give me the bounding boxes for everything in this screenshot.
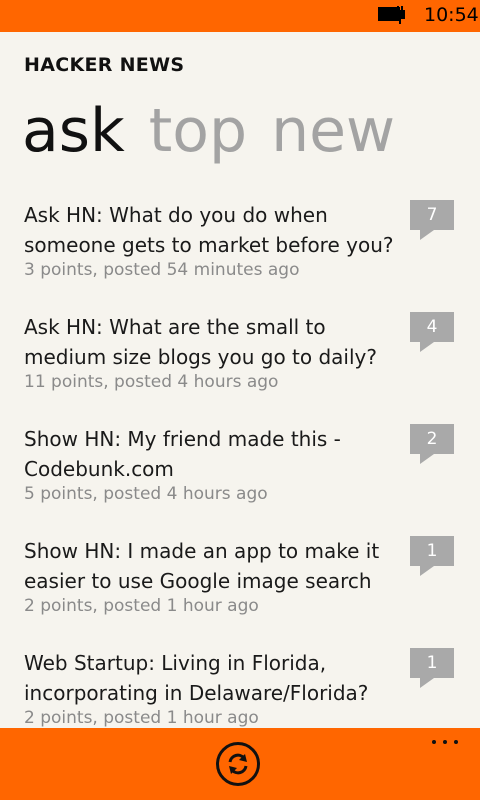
- comment-count-badge[interactable]: 4: [410, 312, 454, 352]
- tab-ask[interactable]: ask: [22, 96, 125, 166]
- tab-new[interactable]: new: [271, 96, 395, 166]
- list-item[interactable]: Ask HN: What do you do when someone gets…: [24, 196, 464, 308]
- more-dot: [443, 740, 447, 744]
- post-title[interactable]: Web Startup: Living in Florida, incorpor…: [24, 648, 394, 708]
- tab-top[interactable]: top: [149, 96, 247, 166]
- post-title[interactable]: Show HN: My friend made this - Codebunk.…: [24, 424, 394, 484]
- post-title[interactable]: Ask HN: What do you do when someone gets…: [24, 200, 394, 260]
- list-item[interactable]: Web Startup: Living in Florida, incorpor…: [24, 644, 464, 728]
- post-meta: 2 points, posted 1 hour ago: [24, 708, 259, 728]
- pivot-header: ask top new: [22, 96, 419, 166]
- comment-count-badge[interactable]: 1: [410, 536, 454, 576]
- more-dot: [454, 740, 458, 744]
- comment-count-badge[interactable]: 2: [410, 424, 454, 464]
- list-item[interactable]: Show HN: My friend made this - Codebunk.…: [24, 420, 464, 532]
- post-meta: 3 points, posted 54 minutes ago: [24, 260, 300, 280]
- more-dot: [432, 740, 436, 744]
- charging-plug-icon: [395, 6, 405, 24]
- post-meta: 11 points, posted 4 hours ago: [24, 372, 279, 392]
- post-title[interactable]: Ask HN: What are the small to medium siz…: [24, 312, 394, 372]
- refresh-button[interactable]: [216, 742, 260, 786]
- post-meta: 5 points, posted 4 hours ago: [24, 484, 268, 504]
- post-list[interactable]: Ask HN: What do you do when someone gets…: [24, 196, 464, 728]
- refresh-icon: [228, 753, 248, 775]
- list-item[interactable]: Ask HN: What are the small to medium siz…: [24, 308, 464, 420]
- status-time: 10:54: [424, 4, 479, 26]
- app-title: HACKER NEWS: [24, 54, 185, 76]
- post-meta: 2 points, posted 1 hour ago: [24, 596, 259, 616]
- status-bar: 10:54: [0, 0, 480, 32]
- list-item[interactable]: Show HN: I made an app to make it easier…: [24, 532, 464, 644]
- application-bar: [0, 728, 480, 800]
- comment-count-badge[interactable]: 7: [410, 200, 454, 240]
- post-title[interactable]: Show HN: I made an app to make it easier…: [24, 536, 394, 596]
- more-button[interactable]: [430, 736, 460, 748]
- comment-count-badge[interactable]: 1: [410, 648, 454, 688]
